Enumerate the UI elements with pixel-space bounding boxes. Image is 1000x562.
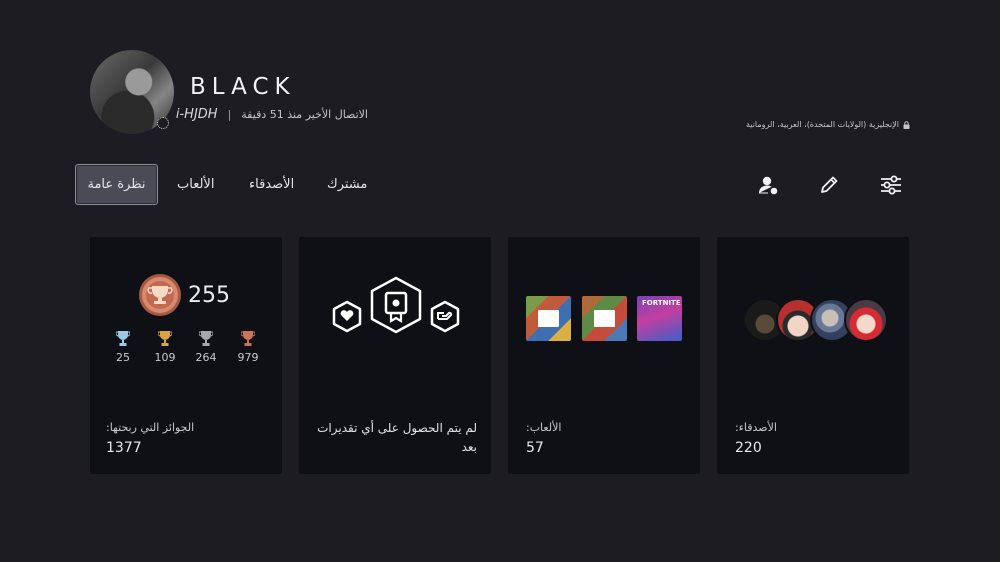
awards-card[interactable]: لم يتم الحصول على أي تقديرات بعد [299, 237, 491, 474]
game-tile-fortnite-title: FORTNITE [642, 299, 681, 307]
friends-card[interactable]: الأصدقاء: 220 [717, 237, 909, 474]
trophy-level: 255 [188, 283, 230, 308]
bronze-trophy-icon [241, 331, 255, 346]
lock-icon [903, 120, 910, 129]
gold-trophy-count: 109 [148, 330, 182, 364]
platinum-trophy-count: 25 [106, 330, 140, 364]
languages-row: الإنجليزية (الولايات المتحدة)، العربية، … [746, 120, 910, 129]
games-count: 57 [526, 440, 544, 456]
tab-games[interactable]: الألعاب [177, 170, 214, 200]
silver-count: 264 [195, 351, 217, 364]
bronze-count: 979 [237, 351, 259, 364]
platinum-count: 25 [116, 351, 130, 364]
trophy-level-icon [139, 274, 181, 316]
gold-trophy-icon [158, 331, 172, 346]
friends-label: الأصدقاء: [735, 421, 777, 434]
edit-profile-button[interactable] [816, 172, 842, 198]
trophies-label: الجوائز التي ربحتها: [106, 421, 195, 434]
games-card[interactable]: FORTNITE الألعاب: 57 [508, 237, 700, 474]
silver-trophy-count: 264 [189, 330, 223, 364]
separator: | [227, 108, 232, 121]
game-tile-gta-2[interactable] [582, 296, 627, 341]
tab-subscription[interactable]: مشترك [327, 170, 367, 200]
profile-subline: الاتصال الأخير منذ 51 دقيقة | i-HJDH [176, 107, 368, 122]
add-friend-button[interactable] [755, 172, 781, 198]
friends-count: 220 [735, 440, 762, 456]
tab-overview[interactable]: نظرة عامة [75, 164, 158, 205]
games-label: الألعاب: [526, 421, 562, 434]
trophies-card[interactable]: 255 25 109 264 979 الجوائز التي ربحتها: … [90, 237, 282, 474]
awards-badges-icon [332, 276, 460, 334]
sliders-icon [881, 175, 901, 195]
trophies-total: 1377 [106, 440, 142, 456]
platinum-trophy-icon [116, 331, 130, 346]
gold-count: 109 [154, 351, 176, 364]
status-indicator-icon [157, 117, 169, 129]
person-plus-icon [759, 176, 778, 195]
languages-text: الإنجليزية (الولايات المتحدة)، العربية، … [745, 120, 899, 129]
online-id: i-HJDH [175, 107, 218, 122]
bronze-trophy-count: 979 [231, 330, 265, 364]
game-tile-gta-1[interactable] [526, 296, 571, 341]
last-online-text: الاتصال الأخير منذ 51 دقيقة [241, 108, 368, 121]
pencil-icon [821, 176, 838, 193]
friend-avatar-4[interactable] [844, 298, 888, 342]
profile-name: BLACK [190, 74, 296, 100]
tab-friends[interactable]: الأصدقاء [249, 170, 294, 200]
settings-button[interactable] [878, 172, 904, 198]
silver-trophy-icon [199, 331, 213, 346]
no-awards-message: لم يتم الحصول على أي تقديرات بعد [317, 421, 477, 454]
game-tile-fortnite[interactable]: FORTNITE [637, 296, 682, 341]
